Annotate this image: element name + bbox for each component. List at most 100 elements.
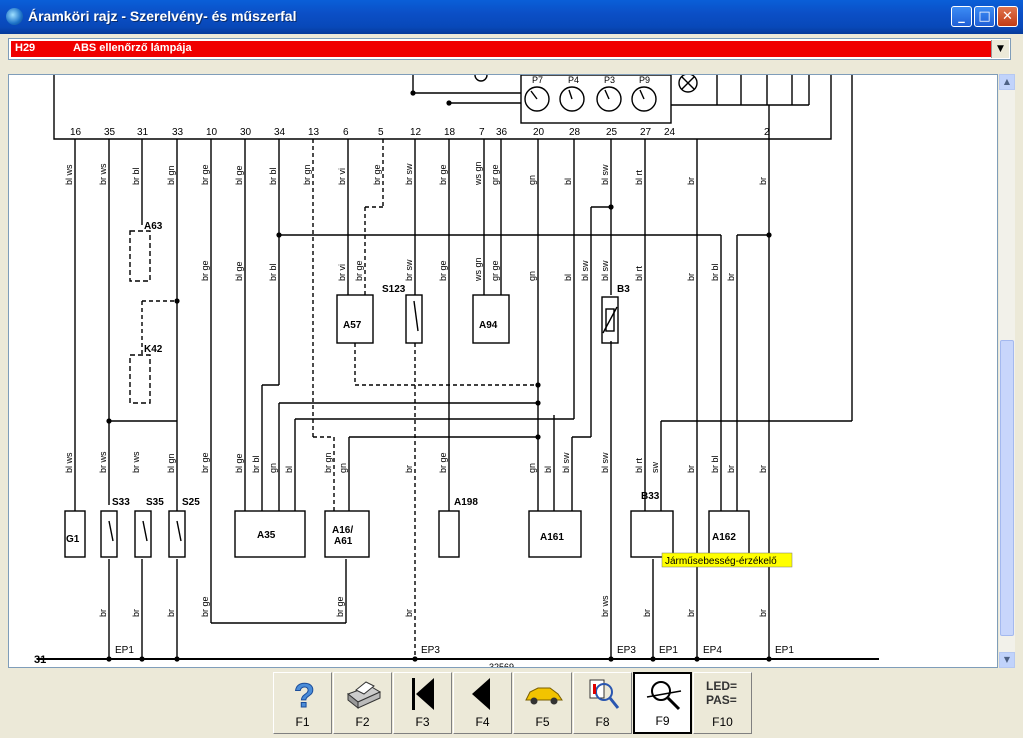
wire-color-label: br bl [268,167,278,185]
minimize-button[interactable]: _ [951,6,972,27]
car-icon [525,687,563,705]
wire-color-label: bl sw [600,164,610,185]
wire-color-label: br ge [200,260,210,281]
f10-led-pas-button[interactable]: LED= PAS= F10 [693,672,752,734]
wire-color-label: br [686,465,696,473]
f3-first-button[interactable]: F3 [393,672,452,734]
comp-a161-label: A161 [540,532,564,543]
f3-label: F3 [415,715,430,729]
component-search-icon [589,679,620,709]
ep-label: EP3 [421,645,440,656]
f5-vehicle-button[interactable]: F5 [513,672,572,734]
component-code: H29 [15,42,36,54]
comp-a57-label: A57 [343,320,362,331]
wiring-diagram: 16 35 31 33 10 30 34 13 6 5 12 18 7 36 20 28 25 27 24 2 P7 P… [34,75,879,668]
f1-label: F1 [295,715,310,729]
led-text: LED= [706,679,737,693]
f8-label: F8 [595,715,610,729]
function-key-toolbar: ? F1 F2 F3 F4 F5 F8 F9 LED= PAS= F10 [273,672,753,736]
wire-color-label: gr ge [490,164,500,185]
wire-color-label: br ws [131,451,141,473]
component-dropdown-value[interactable]: H29 ABS ellenőrző lámpája [11,41,991,57]
wire-color-label: br [758,177,768,185]
a57-box [336,294,374,344]
connector-pin-label: 13 [308,127,320,138]
f1-help-button[interactable]: ? F1 [273,672,332,734]
wire-color-label: bl sw [561,452,571,473]
f8-component-search-button[interactable]: F8 [573,672,632,734]
comp-s35-label: S35 [146,497,164,508]
f4-previous-button[interactable]: F4 [453,672,512,734]
gauge-pin-label: P3 [604,75,615,85]
connector-pin-label: 35 [104,127,116,138]
window-title: Áramköri rajz - Szerelvény- és műszerfal [28,8,297,24]
wire-color-label: bl [284,466,294,473]
component-name: ABS ellenőrző lámpája [73,42,192,54]
f2-label: F2 [355,715,370,729]
vertical-scrollbar[interactable]: ▲ ▼ [999,74,1015,668]
wire-color-label: bl ws [64,452,74,473]
wire-color-label: br gn [323,452,333,473]
connector-pin-label: 33 [172,127,184,138]
wire-color-label: br [98,609,108,617]
wire-color-label: br bl [268,263,278,281]
cluster-outline [53,75,832,140]
close-icon: ✕ [1002,9,1013,24]
f9-zoom-button[interactable]: F9 [633,672,692,734]
minimize-icon: _ [958,9,965,24]
connector-pin-label: 20 [533,127,545,138]
app-globe-icon [6,8,23,25]
a63-box [129,230,151,282]
wire-color-label: br ge [200,164,210,185]
comp-a162-label: A162 [712,532,736,543]
gauge-pin-label: P7 [532,75,543,85]
scroll-up-button[interactable]: ▲ [999,74,1015,90]
chevron-down-icon: ▼ [997,44,1004,54]
component-dropdown[interactable]: H29 ABS ellenőrző lámpája ▼ [8,38,1011,60]
first-page-icon [412,678,434,710]
scrollbar-thumb[interactable] [1000,340,1014,636]
dropdown-arrow-button[interactable]: ▼ [991,40,1009,58]
wire-color-label: br sw [404,163,414,185]
drawing-number: 32569 [489,662,514,668]
tooltip-text: Járműsebesség-érzékelő [665,556,777,567]
wire-color-label: gr ge [490,260,500,281]
s35-box [134,510,152,558]
wire-color-label: br [686,609,696,617]
close-button[interactable]: ✕ [997,6,1018,27]
wire-color-label: bl [543,466,553,473]
wire-color-label: gn [527,175,537,185]
ground-label-31: 31 [34,654,46,666]
f2-print-button[interactable]: F2 [333,672,392,734]
connector-pin-label: 27 [640,127,652,138]
maximize-button[interactable]: □ [974,6,995,27]
comp-a35-label: A35 [257,530,276,541]
wire-color-label: br [404,465,414,473]
comp-a198-label: A198 [454,497,478,508]
wire-color-label: br ws [98,163,108,185]
comp-b3-label: B3 [617,284,630,295]
ep-label: EP1 [659,645,678,656]
connector-pin-label: 18 [444,127,456,138]
comp-s33-label: S33 [112,497,130,508]
wire-color-label: ws gn [473,257,483,282]
wire-color-label: br [686,273,696,281]
connector-pin-label: 36 [496,127,508,138]
connector-pin-label: 28 [569,127,581,138]
previous-page-icon [472,678,490,710]
wire-color-label: br [758,465,768,473]
wire-color-label: gn [338,463,348,473]
wire-color-label: bl ge [234,453,244,473]
circuit-diagram-canvas[interactable]: 16 35 31 33 10 30 34 13 6 5 12 18 7 36 20 28 25 27 24 2 P7 P… [8,74,998,668]
comp-g1-label: G1 [66,534,80,545]
wire-color-label: br [726,465,736,473]
wire-color-label: ws gn [473,161,483,186]
wire-color-label: br [131,609,141,617]
scroll-down-button[interactable]: ▼ [999,652,1015,668]
connector-pin-label: 34 [274,127,286,138]
wire-color-label: br [686,177,696,185]
comp-a94-label: A94 [479,320,498,331]
printer-icon [346,681,382,710]
title-bar[interactable]: Áramköri rajz - Szerelvény- és műszerfal… [0,0,1023,34]
connector-pin-label: 7 [479,127,485,138]
